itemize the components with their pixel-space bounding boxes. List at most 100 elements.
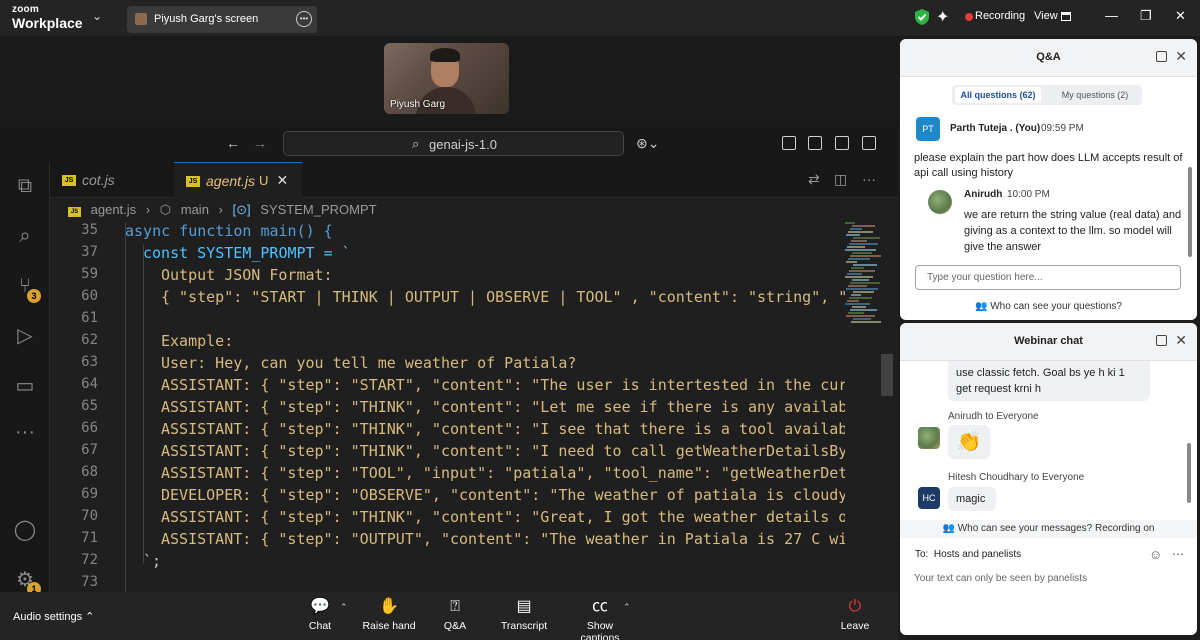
code-line: 35 async function main() { [50, 222, 845, 244]
explorer-icon[interactable]: ⧉ [13, 174, 37, 198]
minimap-line [851, 267, 864, 269]
minimap-line [852, 225, 875, 227]
close-tab-icon[interactable]: ✕ [276, 172, 288, 189]
participant-video-thumbnail[interactable]: Piyush Garg [384, 43, 509, 114]
close-window-icon[interactable]: ✕ [1175, 8, 1186, 24]
toggle-secondary-sidebar-icon[interactable] [862, 136, 876, 150]
presenter-avatar [135, 13, 147, 25]
minimap-line [852, 306, 866, 308]
customize-layout-icon[interactable] [782, 136, 796, 150]
toggle-panel-icon[interactable] [835, 136, 849, 150]
breadcrumb-symbol[interactable]: SYSTEM_PROMPT [260, 202, 376, 217]
qa-panel-header: Q&A ✕ [900, 39, 1197, 77]
cc-icon: ㏄ [591, 598, 608, 615]
view-button[interactable]: View [1034, 10, 1058, 22]
tab-cot-js[interactable]: JS cot.js [50, 162, 174, 198]
avatar: PT [916, 117, 940, 141]
more-actions-icon[interactable]: ··· [862, 171, 876, 187]
question-input[interactable] [916, 266, 1180, 289]
line-number: 72 [81, 552, 98, 568]
search-icon[interactable]: ⌕ [13, 224, 37, 248]
line-number: 70 [81, 508, 98, 524]
leave-button[interactable]: ⏻ Leave [836, 598, 874, 632]
minimap-line [848, 231, 873, 233]
code-editor[interactable]: 35 async function main() {37 const SYSTEM_… [50, 222, 845, 592]
minimap-line [847, 246, 865, 248]
code-text: const SYSTEM_PROMPT = ` [143, 244, 351, 262]
who-can-see-messages-link[interactable]: 👥 Who can see your messages? Recording o… [900, 520, 1197, 538]
variable-icon: [⊙] [232, 202, 251, 217]
minimap-line [845, 249, 876, 251]
minimap-line [850, 309, 877, 311]
transcript-icon: ▤ [516, 598, 532, 615]
code-line: 69 DEVELOPER: { "step": "OBSERVE", "conte… [50, 486, 845, 508]
code-line: 61 [50, 310, 845, 332]
minimap-line [846, 315, 875, 317]
chat-scrollbar[interactable] [1187, 443, 1191, 503]
chat-options-chevron-icon[interactable]: ⌃ [340, 602, 348, 613]
minimap-line [852, 279, 869, 281]
code-text: ASSISTANT: { "step": "START", "content":… [161, 376, 845, 394]
minimap-line [853, 318, 871, 320]
breadcrumb-function[interactable]: main [181, 202, 209, 217]
command-center-search[interactable]: ⌕ genai-js-1.0 [283, 131, 624, 156]
toggle-sidebar-icon[interactable] [808, 136, 822, 150]
open-changes-icon[interactable]: ⇄ [808, 171, 820, 188]
minimap[interactable] [845, 222, 883, 323]
back-arrow-icon[interactable]: ← [226, 135, 240, 151]
close-icon[interactable]: ✕ [1175, 48, 1187, 65]
shared-screen-tab[interactable]: Piyush Garg's screen ••• [127, 6, 317, 33]
pop-out-icon[interactable] [1156, 335, 1167, 346]
answer-author: Anirudh [964, 189, 1003, 200]
js-file-icon: JS [62, 175, 76, 186]
more-views-icon[interactable]: ··· [13, 420, 37, 444]
editor-scrollbar-thumb[interactable] [881, 354, 893, 396]
remote-explorer-icon[interactable]: ▭ [13, 374, 37, 398]
security-shield-icon[interactable] [914, 8, 930, 26]
minimize-icon[interactable]: — [1105, 8, 1118, 23]
view-grid-icon[interactable] [1061, 12, 1071, 21]
minimap-line [853, 291, 874, 293]
code-line: 64 ASSISTANT: { "step": "START", "content… [50, 376, 845, 398]
copilot-icon[interactable]: ⊛⌄ [636, 135, 659, 152]
tab-my-questions[interactable]: My questions (2) [1052, 87, 1138, 103]
pop-out-icon[interactable] [1156, 51, 1167, 62]
run-debug-icon[interactable]: ▷ [13, 324, 37, 348]
editor-scrollbar[interactable] [881, 222, 893, 592]
recipient-selector[interactable]: To: Hosts and panelists [915, 549, 1021, 560]
tab-all-questions[interactable]: All questions (62) [955, 87, 1041, 103]
app-menu-chevron-icon[interactable]: ⌄ [92, 9, 102, 23]
accounts-icon[interactable]: ◯ [13, 518, 37, 542]
close-icon[interactable]: ✕ [1175, 332, 1187, 349]
audio-settings-button[interactable]: Audio settings ⌃ [13, 610, 94, 623]
js-file-icon: JS [186, 176, 200, 187]
breadcrumb-file[interactable]: agent.js [91, 202, 137, 217]
qa-scrollbar[interactable] [1188, 167, 1192, 257]
answer-text: we are return the string value (real dat… [964, 209, 1182, 253]
transcript-button[interactable]: ▤ Transcript [497, 598, 551, 632]
captions-options-chevron-icon[interactable]: ⌃ [623, 602, 631, 613]
forward-arrow-icon[interactable]: → [253, 135, 267, 151]
modified-indicator: U [259, 173, 269, 188]
chat-button[interactable]: 💬 Chat [300, 598, 340, 632]
qa-button[interactable]: ⍰ Q&A [436, 598, 474, 632]
line-number: 62 [81, 332, 98, 348]
more-options-icon[interactable]: ••• [296, 11, 312, 27]
js-file-icon: JS [68, 207, 81, 217]
minimap-line [846, 234, 860, 236]
more-options-icon[interactable]: ⋯ [1172, 547, 1184, 561]
raise-hand-button[interactable]: ✋ Raise hand [360, 598, 418, 632]
code-line: 73 [50, 574, 845, 592]
ai-companion-icon[interactable]: ✦ [936, 7, 949, 27]
chat-message: magic [948, 487, 996, 511]
split-editor-icon[interactable]: ◫ [834, 171, 847, 188]
minimap-line [845, 222, 855, 224]
who-can-see-questions-link[interactable]: 👥 Who can see your questions? [900, 301, 1197, 312]
code-text: `; [143, 552, 162, 570]
restore-icon[interactable]: ❐ [1140, 8, 1152, 24]
recording-label[interactable]: Recording [975, 10, 1025, 22]
emoji-icon[interactable]: ☺ [1149, 547, 1162, 562]
tab-agent-js[interactable]: JS agent.js U ✕ [174, 162, 302, 198]
chat-input[interactable] [914, 570, 1184, 587]
meeting-toolbar: Audio settings ⌃ 💬 Chat ⌃ ✋ Raise hand ⍰ Q&… [0, 592, 898, 640]
